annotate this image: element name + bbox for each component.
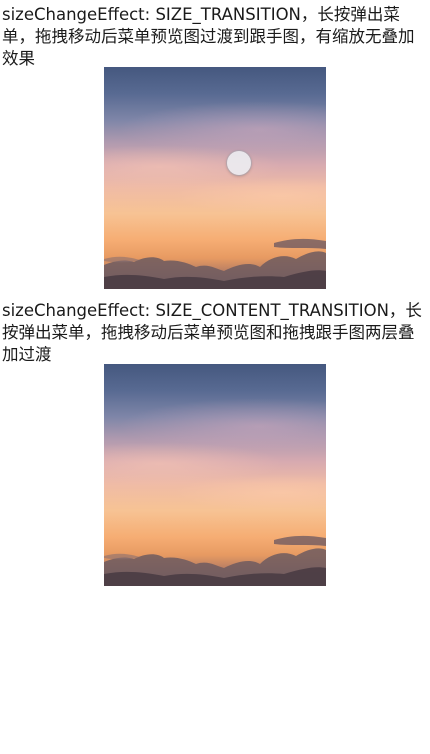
touch-point-icon <box>227 151 251 175</box>
section-1-description: sizeChangeEffect: SIZE_TRANSITION，长按弹出菜单… <box>2 5 415 68</box>
cloud-silhouette <box>104 238 326 289</box>
cloud-silhouette <box>104 535 326 586</box>
section-2-description: sizeChangeEffect: SIZE_CONTENT_TRANSITIO… <box>2 301 422 364</box>
size-content-transition-image[interactable] <box>104 364 326 586</box>
size-transition-image[interactable] <box>104 67 326 289</box>
